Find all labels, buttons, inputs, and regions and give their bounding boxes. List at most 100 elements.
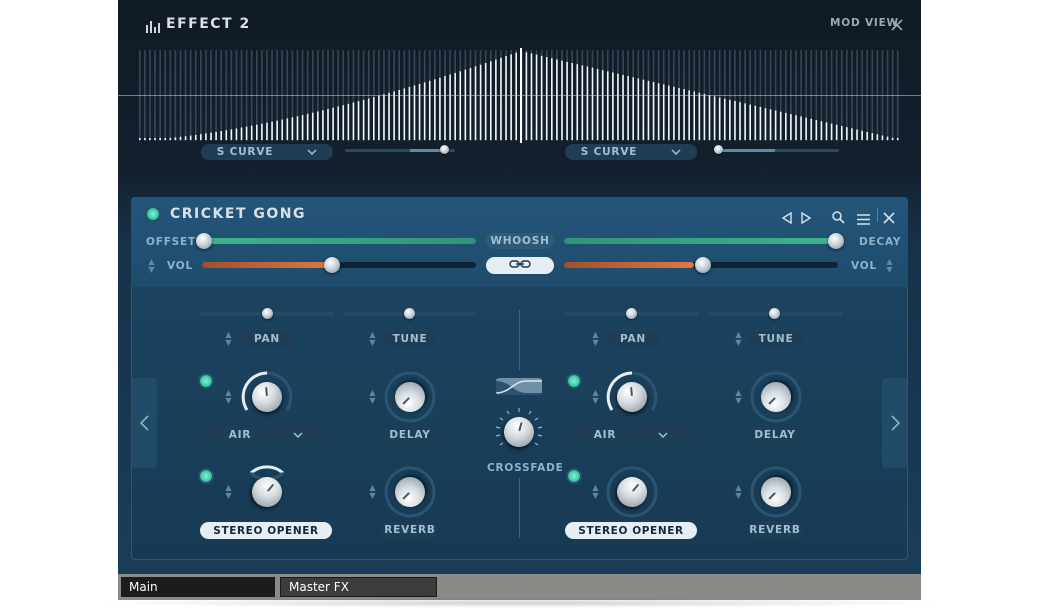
decay-thumb[interactable] <box>828 233 844 249</box>
left-air-knob[interactable] <box>238 368 296 426</box>
chevron-right-icon <box>890 415 900 431</box>
center-divider-top <box>519 310 520 370</box>
right-reverb-label: REVERB <box>749 524 801 536</box>
left-envelope-fill <box>410 149 444 152</box>
vol-right-label: VOL <box>851 260 877 272</box>
right-air-stepper[interactable]: ▲ ▼ <box>591 389 600 405</box>
offset-thumb[interactable] <box>196 233 212 249</box>
envelope-horizon-line <box>118 95 921 96</box>
left-pan-thumb[interactable] <box>262 308 273 319</box>
left-delay-knob[interactable] <box>381 368 439 426</box>
right-stereo-opener-button[interactable]: STEREO OPENER <box>565 522 697 539</box>
right-delay-knob[interactable] <box>747 368 805 426</box>
link-icon <box>509 259 531 272</box>
close-panel-icon[interactable] <box>883 209 895 228</box>
prev-layer-button[interactable] <box>131 378 157 468</box>
decay-fill <box>564 238 838 244</box>
crossfade-curve-icon <box>496 380 542 395</box>
left-stereo-led-toggle[interactable] <box>200 470 212 482</box>
vol-left-stepper[interactable]: ▲ ▼ <box>147 258 156 274</box>
left-air-stepper[interactable]: ▲ ▼ <box>224 389 233 405</box>
left-tune-thumb[interactable] <box>404 308 415 319</box>
next-layer-button[interactable] <box>882 378 908 468</box>
right-stereo-opener-label: STEREO OPENER <box>578 524 684 537</box>
vol-right-stepper[interactable]: ▲ ▼ <box>885 258 894 274</box>
left-air-led-toggle[interactable] <box>200 375 212 387</box>
left-tune-label-pill: TUNE <box>383 331 437 347</box>
chevron-down-icon <box>671 146 681 158</box>
chevron-left-icon <box>139 415 149 431</box>
search-icon[interactable] <box>832 209 845 228</box>
left-stereo-knob[interactable] <box>238 463 296 521</box>
right-curve-label: S CURVE <box>580 146 638 158</box>
crossfade-knob[interactable] <box>490 403 548 461</box>
right-stereo-stepper[interactable]: ▲ ▼ <box>591 484 600 500</box>
right-reverb-knob[interactable] <box>747 463 805 521</box>
bars-icon <box>146 18 160 37</box>
left-tune-label: TUNE <box>392 333 428 345</box>
instrument-name: CRICKET GONG <box>170 206 306 222</box>
right-air-select[interactable]: AIR <box>565 427 697 443</box>
right-stereo-knob[interactable] <box>603 463 661 521</box>
mod-view-button[interactable]: MOD VIEW <box>830 17 899 29</box>
right-stereo-led-toggle[interactable] <box>568 470 580 482</box>
right-delay-stepper[interactable]: ▲ ▼ <box>734 389 743 405</box>
left-reverb-knob[interactable] <box>381 463 439 521</box>
chevron-down-icon <box>658 429 668 441</box>
right-pan-thumb[interactable] <box>626 308 637 319</box>
prev-preset-icon[interactable] <box>781 209 792 228</box>
left-stereo-stepper[interactable]: ▲ ▼ <box>224 484 233 500</box>
right-pan-stepper[interactable]: ▲ ▼ <box>591 331 600 347</box>
left-delay-stepper[interactable]: ▲ ▼ <box>368 389 377 405</box>
right-tune-thumb[interactable] <box>769 308 780 319</box>
crossfade-curve-button[interactable] <box>496 378 542 395</box>
left-curve-select[interactable]: S CURVE <box>201 144 333 160</box>
left-delay-label: DELAY <box>389 429 431 441</box>
tab-master-fx-label: Master FX <box>289 580 349 594</box>
window-shadow <box>90 598 950 608</box>
right-envelope-thumb[interactable] <box>714 145 723 154</box>
vol-left-thumb[interactable] <box>324 257 340 273</box>
tab-master-fx[interactable]: Master FX <box>280 577 437 597</box>
right-pan-label-pill: PAN <box>606 331 660 347</box>
left-stereo-opener-button[interactable]: STEREO OPENER <box>200 522 332 539</box>
left-reverb-label: REVERB <box>384 524 436 536</box>
whoosh-label: WHOOSH <box>490 235 550 247</box>
right-envelope-fill <box>721 149 775 152</box>
link-button[interactable] <box>486 257 554 274</box>
left-air-select[interactable]: AIR <box>200 427 332 443</box>
next-preset-icon[interactable] <box>801 209 812 228</box>
right-air-label: AIR <box>593 429 617 441</box>
whoosh-button[interactable]: WHOOSH <box>486 233 554 249</box>
right-curve-select[interactable]: S CURVE <box>565 144 697 160</box>
decay-label: DECAY <box>859 236 902 248</box>
right-pan-label: PAN <box>619 333 647 345</box>
crossfade-label: CROSSFADE <box>487 462 564 474</box>
close-icon[interactable] <box>891 16 903 35</box>
left-curve-label: S CURVE <box>216 146 274 158</box>
right-air-knob[interactable] <box>603 368 661 426</box>
vol-right-thumb[interactable] <box>695 257 711 273</box>
right-tune-stepper[interactable]: ▲ ▼ <box>734 331 743 347</box>
header-divider <box>877 208 878 222</box>
left-reverb-stepper[interactable]: ▲ ▼ <box>368 484 377 500</box>
left-envelope-thumb[interactable] <box>440 145 449 154</box>
offset-fill <box>202 238 476 244</box>
right-reverb-label-pill: REVERB <box>747 522 803 538</box>
right-delay-label-pill: DELAY <box>747 427 803 443</box>
chevron-down-icon <box>293 429 303 441</box>
right-tune-label: TUNE <box>758 333 794 345</box>
plugin-window: EFFECT 2 MOD VIEW S CURVE S CURVE CRICKE… <box>118 0 921 600</box>
enable-led-toggle[interactable] <box>147 208 159 220</box>
left-air-label: AIR <box>228 429 252 441</box>
left-tune-stepper[interactable]: ▲ ▼ <box>368 331 377 347</box>
right-reverb-stepper[interactable]: ▲ ▼ <box>734 484 743 500</box>
menu-icon[interactable] <box>857 210 870 229</box>
right-air-led-toggle[interactable] <box>568 375 580 387</box>
left-pan-label: PAN <box>253 333 281 345</box>
tab-main-label: Main <box>129 580 158 594</box>
left-pan-stepper[interactable]: ▲ ▼ <box>224 331 233 347</box>
vol-left-label: VOL <box>167 260 193 272</box>
tab-main[interactable]: Main <box>121 577 275 597</box>
right-delay-label: DELAY <box>754 429 796 441</box>
